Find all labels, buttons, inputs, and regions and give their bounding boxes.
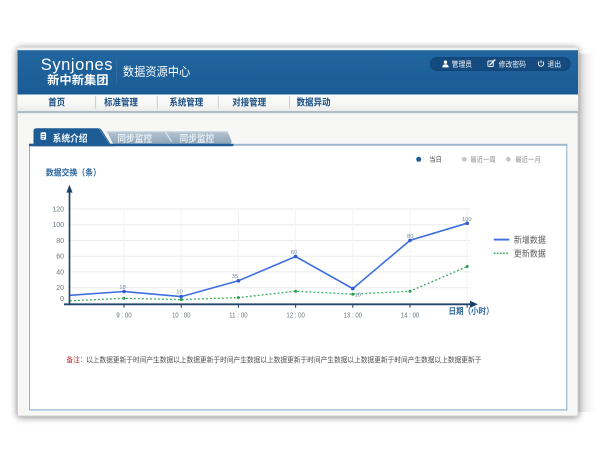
svg-text:80: 80 bbox=[407, 234, 413, 240]
svg-text:40: 40 bbox=[56, 269, 64, 276]
svg-text:18: 18 bbox=[119, 285, 125, 291]
svg-text:10 : 00: 10 : 00 bbox=[172, 311, 191, 320]
svg-text:60: 60 bbox=[291, 250, 297, 256]
svg-text:11 : 00: 11 : 00 bbox=[229, 311, 248, 320]
svg-text:12 : 00: 12 : 00 bbox=[286, 311, 305, 320]
svg-text:9 : 00: 9 : 00 bbox=[116, 311, 132, 320]
svg-text:10: 10 bbox=[176, 290, 182, 296]
svg-text:Synjones: Synjones bbox=[41, 56, 113, 74]
svg-text:13 : 00: 13 : 00 bbox=[344, 311, 363, 320]
svg-text:100: 100 bbox=[52, 222, 64, 229]
svg-text:14 : 00: 14 : 00 bbox=[401, 311, 420, 320]
svg-text:120: 120 bbox=[52, 207, 64, 214]
svg-text:0: 0 bbox=[60, 296, 64, 303]
svg-text:100: 100 bbox=[462, 217, 472, 223]
svg-text:80: 80 bbox=[56, 238, 64, 245]
svg-text:35: 35 bbox=[232, 274, 238, 280]
svg-text:20: 20 bbox=[56, 285, 64, 292]
svg-text:60: 60 bbox=[56, 254, 64, 261]
svg-text:10: 10 bbox=[355, 292, 361, 298]
